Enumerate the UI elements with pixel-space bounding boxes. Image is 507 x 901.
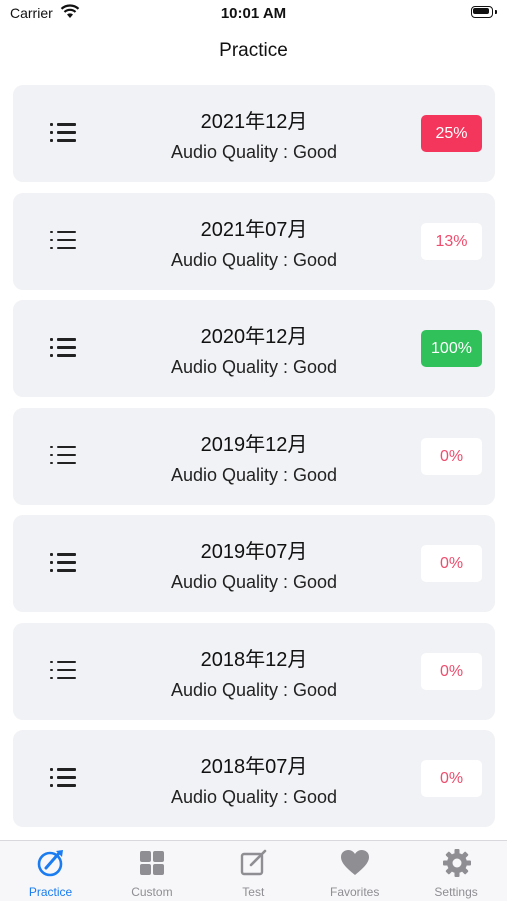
tab-label: Settings — [434, 885, 478, 899]
tab-bar: Practice Custom Test Favorites Settings — [0, 840, 507, 901]
progress-badge: 0% — [421, 652, 482, 690]
edit-icon — [239, 848, 269, 878]
tab-label: Favorites — [330, 885, 380, 899]
list-item[interactable]: 2021年07月 Audio Quality : Good 13% — [13, 192, 495, 290]
list-item[interactable]: 2021年12月 Audio Quality : Good 25% — [13, 85, 495, 182]
progress-badge: 0% — [421, 760, 482, 797]
progress-badge: 13% — [421, 222, 482, 260]
list-item[interactable]: 2018年12月 Audio Quality : Good 0% — [13, 622, 495, 720]
tab-label: Test — [242, 885, 265, 899]
list-item[interactable]: 2020年12月 Audio Quality : Good 100% — [13, 300, 495, 397]
heart-icon — [340, 848, 370, 878]
status-time: 10:01 AM — [220, 5, 287, 22]
grid-icon — [137, 848, 167, 878]
status-bar: Carrier 10:01 AM — [0, 0, 507, 28]
list-item[interactable]: 2018年07月 Audio Quality : Good 0% — [13, 730, 495, 827]
practice-icon — [36, 848, 66, 878]
tab-test[interactable]: Test — [203, 841, 304, 901]
battery-icon — [471, 6, 497, 18]
progress-badge: 0% — [421, 437, 482, 475]
progress-badge: 25% — [421, 115, 482, 152]
page-title: Practice — [219, 40, 288, 61]
progress-badge: 100% — [421, 330, 482, 367]
tab-favorites[interactable]: Favorites — [304, 841, 405, 901]
progress-badge: 0% — [421, 545, 482, 582]
tab-label: Practice — [28, 885, 73, 899]
tab-settings[interactable]: Settings — [406, 841, 507, 901]
gear-icon — [442, 848, 472, 878]
tab-custom[interactable]: Custom — [101, 841, 202, 901]
practice-list: 2021年12月 Audio Quality : Good 25% 2021年07月 A… — [13, 85, 495, 838]
list-item[interactable]: 2019年12月 Audio Quality : Good 0% — [13, 407, 495, 505]
list-item[interactable]: 2019年07月 Audio Quality : Good 0% — [13, 515, 495, 612]
tab-practice[interactable]: Practice — [0, 841, 101, 901]
tab-label: Custom — [131, 885, 173, 899]
